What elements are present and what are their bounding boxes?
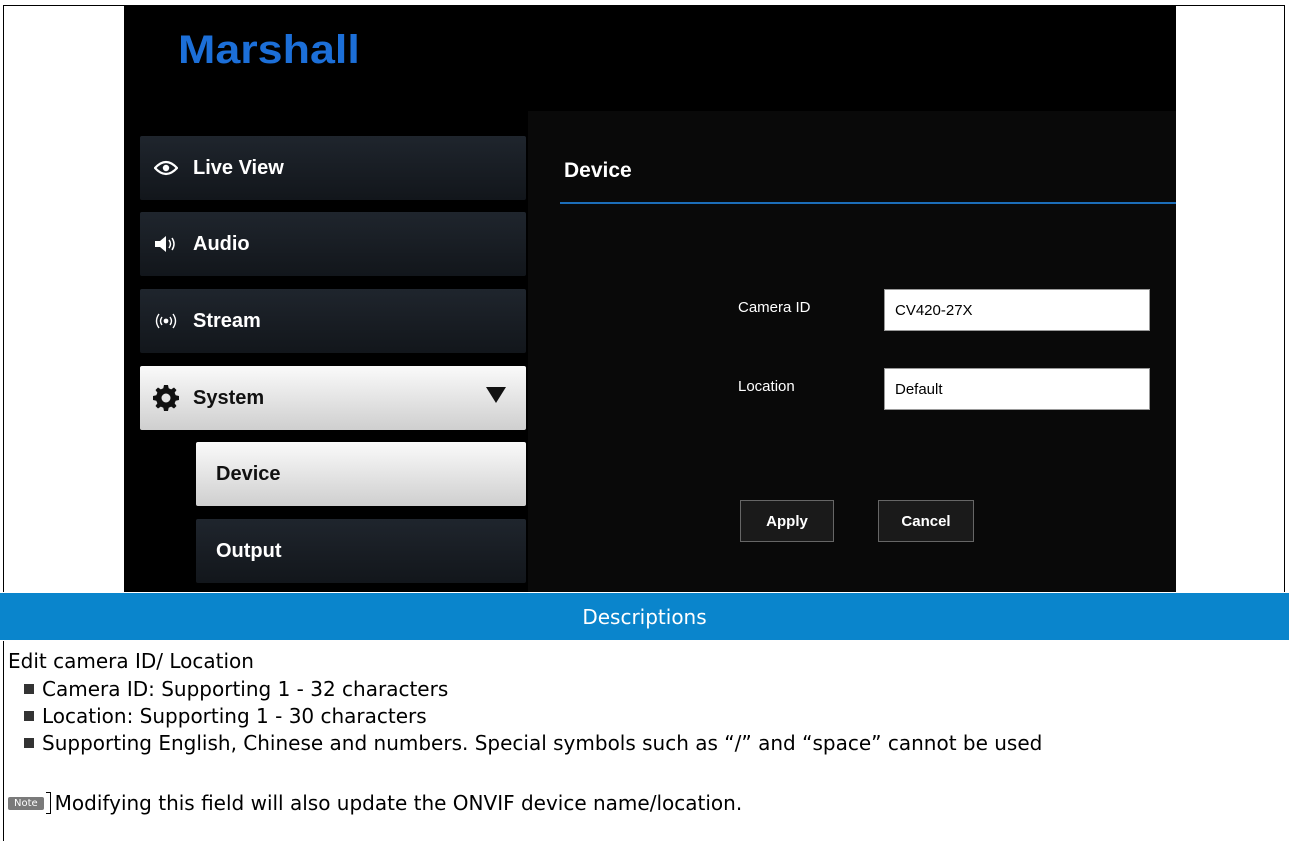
menu-item-label: Audio — [193, 232, 250, 255]
bullet-square-icon — [24, 738, 34, 748]
marshall-logo: Marshall — [178, 28, 360, 72]
descriptions-body: Edit camera ID/ Location Camera ID: Supp… — [3, 641, 1285, 841]
menu-item-label: Live View — [193, 156, 284, 179]
list-item: Location: Supporting 1 - 30 characters — [24, 703, 1242, 730]
note-bracket — [45, 792, 51, 814]
bullet-text: Supporting English, Chinese and numbers.… — [42, 731, 1043, 755]
gear-icon — [153, 385, 179, 411]
camera-id-input[interactable]: CV420-27X — [884, 289, 1150, 331]
cancel-button[interactable]: Cancel — [878, 500, 974, 542]
submenu-item-label: Device — [216, 462, 281, 485]
menu-item-audio[interactable]: Audio — [140, 212, 526, 276]
menu-item-label: Stream — [193, 309, 261, 332]
descriptions-intro: Edit camera ID/ Location — [8, 649, 254, 673]
eye-icon — [153, 160, 179, 176]
menu-item-stream[interactable]: Stream — [140, 289, 526, 353]
location-input[interactable]: Default — [884, 368, 1150, 410]
list-item: Supporting English, Chinese and numbers.… — [24, 730, 1262, 757]
bullet-text: Location: Supporting 1 - 30 characters — [42, 704, 427, 728]
title-divider — [560, 202, 1176, 204]
submenu-item-device[interactable]: Device — [196, 442, 526, 506]
bullet-text: Camera ID: Supporting 1 - 32 characters — [42, 677, 449, 701]
bullet-square-icon — [24, 711, 34, 721]
panel-title: Device — [564, 159, 632, 182]
submenu-item-output[interactable]: Output — [196, 519, 526, 583]
broadcast-icon — [153, 312, 179, 330]
submenu-item-label: Output — [216, 539, 282, 562]
camera-web-ui-screenshot: Marshall Live View Audio Stream System D… — [124, 6, 1176, 592]
speaker-icon — [153, 234, 179, 254]
menu-item-live-view[interactable]: Live View — [140, 136, 526, 200]
note-text: Modifying this field will also update th… — [54, 791, 743, 815]
device-settings-panel: Device Camera ID CV420-27X Location Defa… — [528, 111, 1176, 592]
list-item: Camera ID: Supporting 1 - 32 characters — [24, 676, 1242, 703]
bullet-square-icon — [24, 684, 34, 694]
note-badge: Note — [8, 796, 44, 810]
apply-button[interactable]: Apply — [740, 500, 834, 542]
menu-item-system[interactable]: System — [140, 366, 526, 430]
note-row: Note Modifying this field will also upda… — [8, 791, 742, 815]
descriptions-header: Descriptions — [0, 593, 1289, 640]
location-label: Location — [738, 378, 795, 395]
caret-down-icon — [486, 387, 506, 403]
camera-id-label: Camera ID — [738, 299, 811, 316]
menu-item-label: System — [193, 386, 265, 409]
